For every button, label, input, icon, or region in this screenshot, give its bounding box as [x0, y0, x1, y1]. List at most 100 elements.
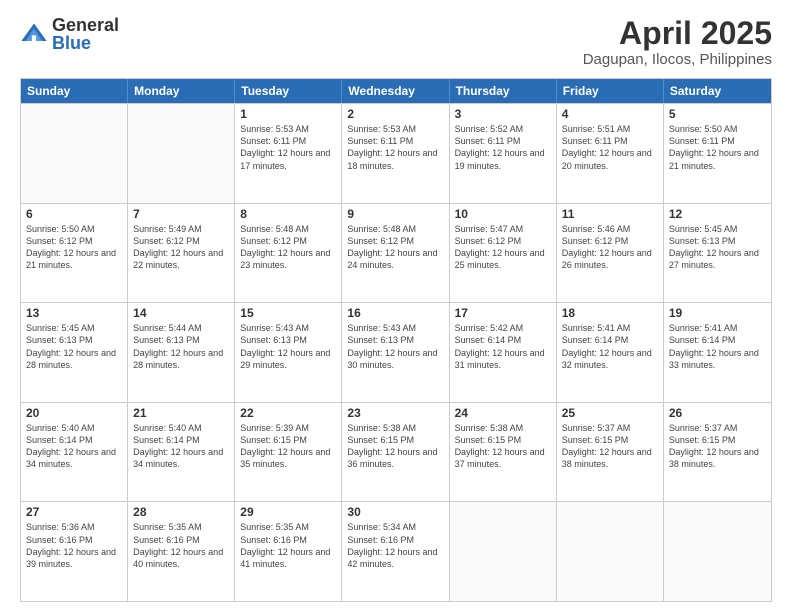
- cal-cell-empty-4-6: [664, 502, 771, 601]
- week-row-5: 27 Sunrise: 5:36 AM Sunset: 6:16 PM Dayli…: [21, 501, 771, 601]
- day-number: 9: [347, 207, 443, 221]
- day-info: Sunrise: 5:51 AM Sunset: 6:11 PM Dayligh…: [562, 123, 658, 172]
- day-number: 2: [347, 107, 443, 121]
- day-number: 30: [347, 505, 443, 519]
- header-day-friday: Friday: [557, 79, 664, 103]
- day-info: Sunrise: 5:49 AM Sunset: 6:12 PM Dayligh…: [133, 223, 229, 272]
- cal-cell-empty-4-4: [450, 502, 557, 601]
- calendar-header: SundayMondayTuesdayWednesdayThursdayFrid…: [21, 79, 771, 103]
- logo-icon: [20, 20, 48, 48]
- subtitle: Dagupan, Ilocos, Philippines: [583, 51, 772, 68]
- day-number: 1: [240, 107, 336, 121]
- day-info: Sunrise: 5:50 AM Sunset: 6:12 PM Dayligh…: [26, 223, 122, 272]
- cal-cell-25: 25 Sunrise: 5:37 AM Sunset: 6:15 PM Dayli…: [557, 403, 664, 502]
- cal-cell-29: 29 Sunrise: 5:35 AM Sunset: 6:16 PM Dayli…: [235, 502, 342, 601]
- cal-cell-23: 23 Sunrise: 5:38 AM Sunset: 6:15 PM Dayli…: [342, 403, 449, 502]
- day-number: 16: [347, 306, 443, 320]
- cal-cell-12: 12 Sunrise: 5:45 AM Sunset: 6:13 PM Dayli…: [664, 204, 771, 303]
- day-info: Sunrise: 5:35 AM Sunset: 6:16 PM Dayligh…: [133, 521, 229, 570]
- day-info: Sunrise: 5:53 AM Sunset: 6:11 PM Dayligh…: [240, 123, 336, 172]
- main-title: April 2025: [583, 16, 772, 51]
- day-info: Sunrise: 5:34 AM Sunset: 6:16 PM Dayligh…: [347, 521, 443, 570]
- day-info: Sunrise: 5:42 AM Sunset: 6:14 PM Dayligh…: [455, 322, 551, 371]
- cal-cell-empty-0-0: [21, 104, 128, 203]
- day-number: 12: [669, 207, 766, 221]
- cal-cell-2: 2Sunrise: 5:53 AM Sunset: 6:11 PM Daylig…: [342, 104, 449, 203]
- logo: General Blue: [20, 16, 119, 52]
- day-info: Sunrise: 5:38 AM Sunset: 6:15 PM Dayligh…: [455, 422, 551, 471]
- cal-cell-7: 7Sunrise: 5:49 AM Sunset: 6:12 PM Daylig…: [128, 204, 235, 303]
- cal-cell-4: 4 Sunrise: 5:51 AM Sunset: 6:11 PM Daylig…: [557, 104, 664, 203]
- day-number: 3: [455, 107, 551, 121]
- logo-text: General Blue: [52, 16, 119, 52]
- day-info: Sunrise: 5:43 AM Sunset: 6:13 PM Dayligh…: [347, 322, 443, 371]
- day-info: Sunrise: 5:44 AM Sunset: 6:13 PM Dayligh…: [133, 322, 229, 371]
- day-number: 23: [347, 406, 443, 420]
- cal-cell-22: 22 Sunrise: 5:39 AM Sunset: 6:15 PM Dayli…: [235, 403, 342, 502]
- day-number: 19: [669, 306, 766, 320]
- day-info: Sunrise: 5:40 AM Sunset: 6:14 PM Dayligh…: [133, 422, 229, 471]
- week-row-1: 1 Sunrise: 5:53 AM Sunset: 6:11 PM Daylig…: [21, 103, 771, 203]
- day-info: Sunrise: 5:50 AM Sunset: 6:11 PM Dayligh…: [669, 123, 766, 172]
- calendar-body: 1 Sunrise: 5:53 AM Sunset: 6:11 PM Daylig…: [21, 103, 771, 601]
- cal-cell-14: 14 Sunrise: 5:44 AM Sunset: 6:13 PM Dayli…: [128, 303, 235, 402]
- cal-cell-15: 15 Sunrise: 5:43 AM Sunset: 6:13 PM Dayli…: [235, 303, 342, 402]
- cal-cell-10: 10Sunrise: 5:47 AM Sunset: 6:12 PM Dayli…: [450, 204, 557, 303]
- cal-cell-9: 9 Sunrise: 5:48 AM Sunset: 6:12 PM Daylig…: [342, 204, 449, 303]
- day-number: 17: [455, 306, 551, 320]
- day-info: Sunrise: 5:41 AM Sunset: 6:14 PM Dayligh…: [562, 322, 658, 371]
- day-number: 25: [562, 406, 658, 420]
- calendar: SundayMondayTuesdayWednesdayThursdayFrid…: [20, 78, 772, 602]
- cal-cell-empty-0-1: [128, 104, 235, 203]
- cal-cell-3: 3Sunrise: 5:52 AM Sunset: 6:11 PM Daylig…: [450, 104, 557, 203]
- cal-cell-26: 26 Sunrise: 5:37 AM Sunset: 6:15 PM Dayli…: [664, 403, 771, 502]
- header-day-wednesday: Wednesday: [342, 79, 449, 103]
- day-number: 28: [133, 505, 229, 519]
- day-number: 5: [669, 107, 766, 121]
- day-number: 4: [562, 107, 658, 121]
- day-number: 26: [669, 406, 766, 420]
- cal-cell-17: 17 Sunrise: 5:42 AM Sunset: 6:14 PM Dayli…: [450, 303, 557, 402]
- cal-cell-1: 1 Sunrise: 5:53 AM Sunset: 6:11 PM Daylig…: [235, 104, 342, 203]
- day-info: Sunrise: 5:48 AM Sunset: 6:12 PM Dayligh…: [347, 223, 443, 272]
- cal-cell-24: 24 Sunrise: 5:38 AM Sunset: 6:15 PM Dayli…: [450, 403, 557, 502]
- day-info: Sunrise: 5:37 AM Sunset: 6:15 PM Dayligh…: [562, 422, 658, 471]
- header-day-tuesday: Tuesday: [235, 79, 342, 103]
- cal-cell-16: 16 Sunrise: 5:43 AM Sunset: 6:13 PM Dayli…: [342, 303, 449, 402]
- header: General Blue April 2025 Dagupan, Ilocos,…: [20, 16, 772, 68]
- cal-cell-8: 8 Sunrise: 5:48 AM Sunset: 6:12 PM Daylig…: [235, 204, 342, 303]
- cal-cell-empty-4-5: [557, 502, 664, 601]
- cal-cell-20: 20Sunrise: 5:40 AM Sunset: 6:14 PM Dayli…: [21, 403, 128, 502]
- day-number: 21: [133, 406, 229, 420]
- cal-cell-27: 27 Sunrise: 5:36 AM Sunset: 6:16 PM Dayli…: [21, 502, 128, 601]
- title-block: April 2025 Dagupan, Ilocos, Philippines: [583, 16, 772, 68]
- page: General Blue April 2025 Dagupan, Ilocos,…: [0, 0, 792, 612]
- day-info: Sunrise: 5:39 AM Sunset: 6:15 PM Dayligh…: [240, 422, 336, 471]
- day-number: 11: [562, 207, 658, 221]
- day-info: Sunrise: 5:43 AM Sunset: 6:13 PM Dayligh…: [240, 322, 336, 371]
- day-info: Sunrise: 5:36 AM Sunset: 6:16 PM Dayligh…: [26, 521, 122, 570]
- day-info: Sunrise: 5:35 AM Sunset: 6:16 PM Dayligh…: [240, 521, 336, 570]
- day-number: 27: [26, 505, 122, 519]
- day-info: Sunrise: 5:37 AM Sunset: 6:15 PM Dayligh…: [669, 422, 766, 471]
- logo-general-text: General: [52, 16, 119, 34]
- day-info: Sunrise: 5:45 AM Sunset: 6:13 PM Dayligh…: [669, 223, 766, 272]
- day-info: Sunrise: 5:45 AM Sunset: 6:13 PM Dayligh…: [26, 322, 122, 371]
- header-day-thursday: Thursday: [450, 79, 557, 103]
- day-number: 20: [26, 406, 122, 420]
- cal-cell-18: 18Sunrise: 5:41 AM Sunset: 6:14 PM Dayli…: [557, 303, 664, 402]
- week-row-2: 6Sunrise: 5:50 AM Sunset: 6:12 PM Daylig…: [21, 203, 771, 303]
- cal-cell-19: 19Sunrise: 5:41 AM Sunset: 6:14 PM Dayli…: [664, 303, 771, 402]
- day-info: Sunrise: 5:38 AM Sunset: 6:15 PM Dayligh…: [347, 422, 443, 471]
- cal-cell-5: 5 Sunrise: 5:50 AM Sunset: 6:11 PM Daylig…: [664, 104, 771, 203]
- week-row-4: 20 Sunrise: 5:40 AM Sunset: 6:14 PM Dayli…: [21, 402, 771, 502]
- day-number: 8: [240, 207, 336, 221]
- day-number: 24: [455, 406, 551, 420]
- day-number: 29: [240, 505, 336, 519]
- cal-cell-28: 28 Sunrise: 5:35 AM Sunset: 6:16 PM Dayli…: [128, 502, 235, 601]
- day-number: 22: [240, 406, 336, 420]
- day-number: 15: [240, 306, 336, 320]
- day-info: Sunrise: 5:48 AM Sunset: 6:12 PM Dayligh…: [240, 223, 336, 272]
- week-row-3: 13Sunrise: 5:45 AM Sunset: 6:13 PM Dayli…: [21, 302, 771, 402]
- day-number: 14: [133, 306, 229, 320]
